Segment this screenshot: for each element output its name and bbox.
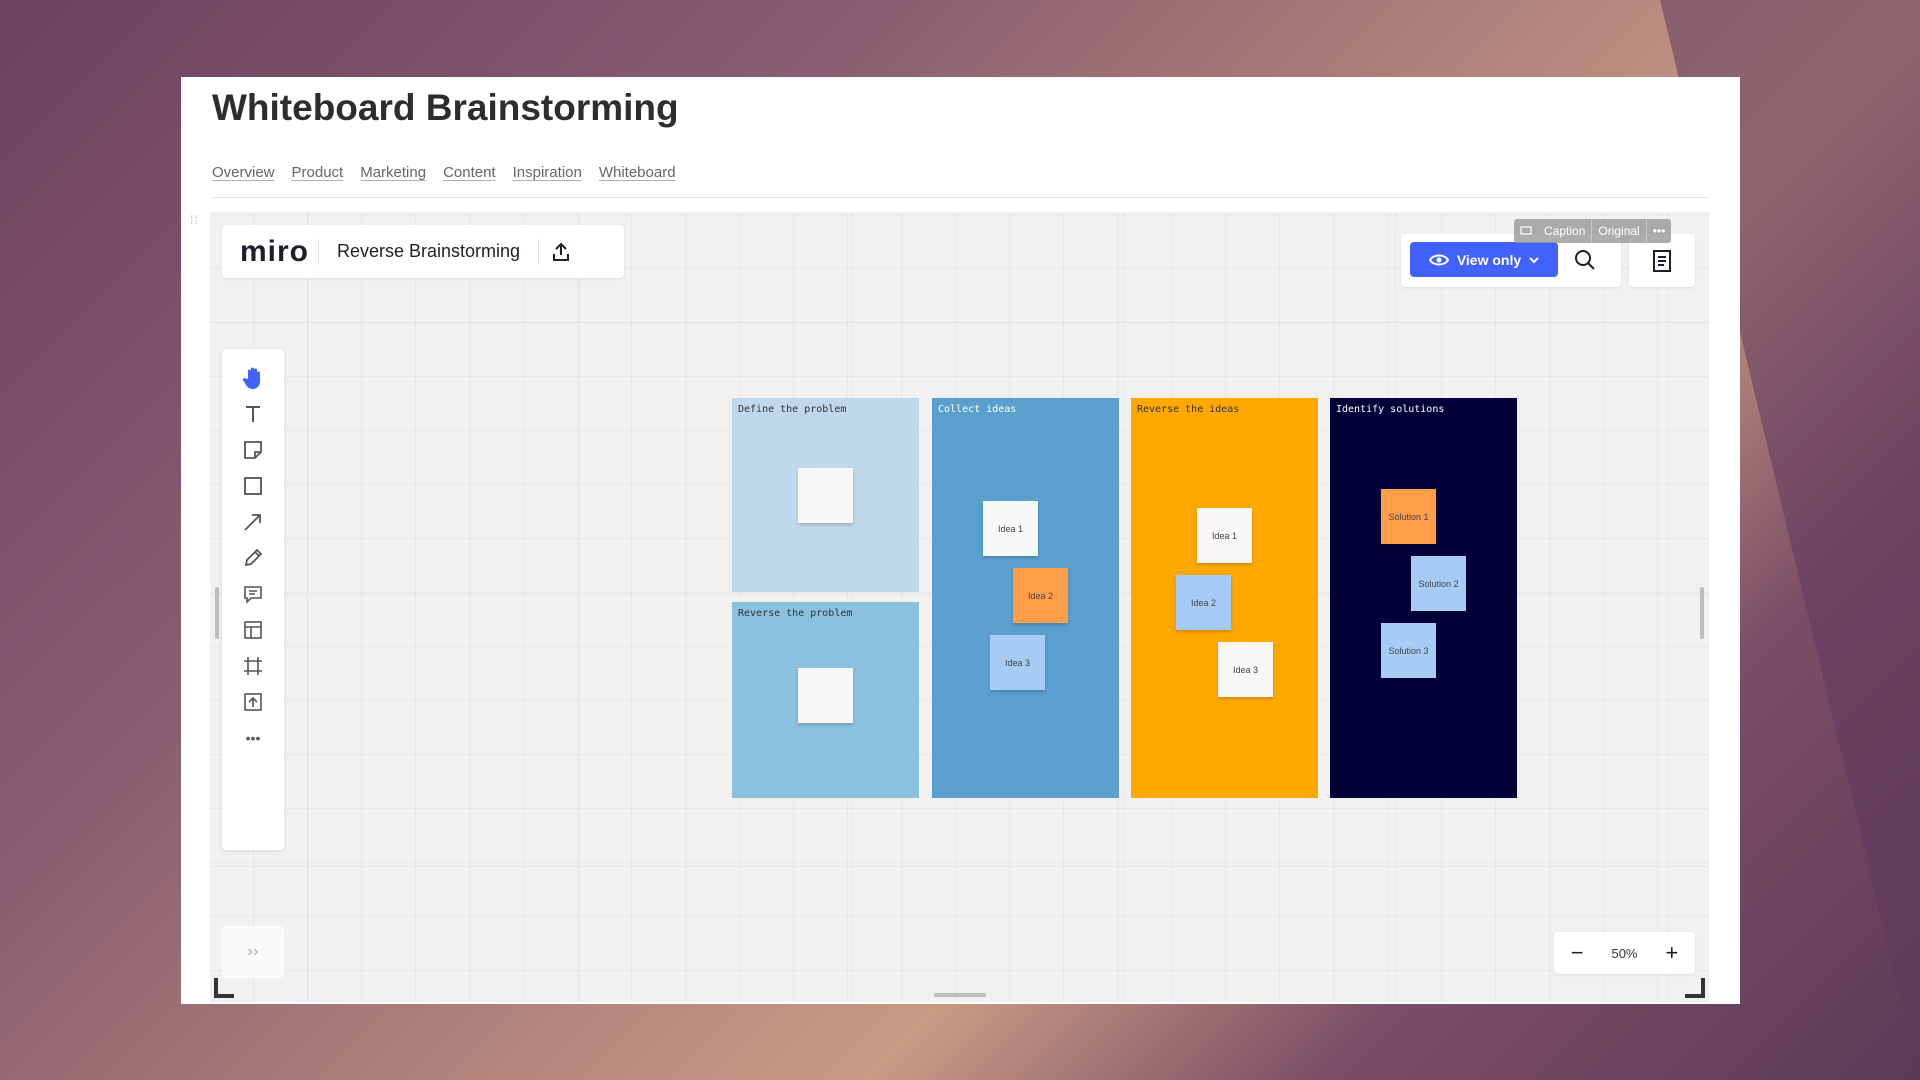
zoom-out-button[interactable]: − — [1565, 942, 1589, 964]
template-icon[interactable] — [237, 614, 269, 646]
miro-logo[interactable]: miro — [240, 235, 318, 269]
sticky-note[interactable]: Solution 3 — [1381, 623, 1436, 678]
sticky-note[interactable]: Solution 1 — [1381, 489, 1436, 544]
zoom-in-button[interactable]: + — [1660, 942, 1684, 964]
export-button[interactable] — [541, 232, 581, 272]
resize-corner-icon[interactable] — [1685, 978, 1705, 998]
board-name[interactable]: Reverse Brainstorming — [319, 241, 538, 262]
tab-marketing[interactable]: Marketing — [360, 164, 426, 181]
sticky-note[interactable] — [798, 668, 853, 723]
search-icon — [1575, 250, 1595, 270]
resize-handle-bottom[interactable] — [934, 993, 986, 997]
more-tools-button[interactable]: ••• — [237, 722, 269, 754]
view-only-button[interactable]: View only — [1410, 242, 1558, 277]
search-button[interactable] — [1567, 242, 1603, 278]
pen-icon[interactable] — [237, 542, 269, 574]
sticky-note[interactable]: Idea 1 — [983, 501, 1038, 556]
resize-handle-left[interactable] — [215, 587, 219, 639]
zoom-level[interactable]: 50% — [1611, 946, 1637, 961]
original-button[interactable]: Original — [1592, 219, 1645, 243]
frame-label: Reverse the ideas — [1137, 404, 1240, 415]
embed-overlay-toolbar: Caption Original ••• — [1514, 219, 1672, 243]
zoom-controls: − 50% + — [1554, 932, 1695, 974]
tab-product[interactable]: Product — [292, 164, 344, 181]
chevron-down-icon — [1529, 256, 1539, 263]
board-header: miro Reverse Brainstorming — [222, 225, 624, 278]
frame-label: Define the problem — [738, 404, 847, 415]
frame-identify-solutions[interactable]: Identify solutions Solution 1 Solution 2… — [1330, 398, 1517, 798]
sticky-note[interactable]: Idea 3 — [990, 635, 1045, 690]
tabs-divider — [212, 197, 1709, 198]
export-icon — [553, 242, 570, 261]
arrow-icon[interactable] — [237, 506, 269, 538]
frame-icon[interactable] — [237, 650, 269, 682]
tab-inspiration[interactable]: Inspiration — [513, 164, 582, 181]
notion-page: Whiteboard Brainstorming Overview Produc… — [181, 77, 1740, 1004]
sticky-note[interactable] — [798, 468, 853, 523]
comment-icon[interactable] — [237, 578, 269, 610]
expand-panel-button[interactable]: ›› — [222, 926, 284, 978]
frame-reverse-problem[interactable]: Reverse the problem — [732, 602, 919, 798]
frame-collect-ideas[interactable]: Collect ideas Idea 1 Idea 2 Idea 3 — [932, 398, 1119, 798]
eye-icon — [1428, 254, 1449, 265]
tab-overview[interactable]: Overview — [212, 164, 275, 181]
upload-icon[interactable] — [237, 686, 269, 718]
tools-toolbar: ••• — [222, 349, 284, 850]
caption-button[interactable]: Caption — [1538, 219, 1591, 243]
frame-reverse-ideas[interactable]: Reverse the ideas Idea 1 Idea 2 Idea 3 — [1131, 398, 1318, 798]
sticky-note[interactable]: Idea 3 — [1218, 642, 1273, 697]
resize-corner-icon[interactable] — [214, 978, 234, 998]
hand-icon[interactable] — [237, 362, 269, 394]
sticky-note[interactable]: Solution 2 — [1411, 556, 1466, 611]
frame-define-problem[interactable]: Define the problem — [732, 398, 919, 592]
resize-handle-right[interactable] — [1700, 587, 1704, 639]
block-drag-handle-icon[interactable]: ⁞⁞ — [190, 214, 199, 226]
sticky-note-icon[interactable] — [237, 434, 269, 466]
document-icon — [1653, 249, 1671, 272]
sticky-note[interactable]: Idea 1 — [1197, 508, 1252, 563]
miro-board-embed[interactable]: Define the problem Reverse the problem C… — [210, 212, 1709, 1002]
sticky-note[interactable]: Idea 2 — [1013, 568, 1068, 623]
frame-label: Identify solutions — [1336, 404, 1445, 415]
page-tabs: Overview Product Marketing Content Inspi… — [212, 164, 676, 181]
sticky-note[interactable]: Idea 2 — [1176, 575, 1231, 630]
tab-content[interactable]: Content — [443, 164, 496, 181]
tab-whiteboard[interactable]: Whiteboard — [599, 164, 676, 181]
divider — [538, 238, 540, 265]
more-options-button[interactable]: ••• — [1647, 219, 1672, 243]
text-icon[interactable] — [237, 398, 269, 430]
page-title: Whiteboard Brainstorming — [212, 87, 679, 128]
caption-icon[interactable] — [1514, 219, 1538, 243]
shape-icon[interactable] — [237, 470, 269, 502]
frame-label: Reverse the problem — [738, 608, 853, 619]
frame-label: Collect ideas — [938, 404, 1017, 415]
view-only-label: View only — [1456, 251, 1522, 268]
